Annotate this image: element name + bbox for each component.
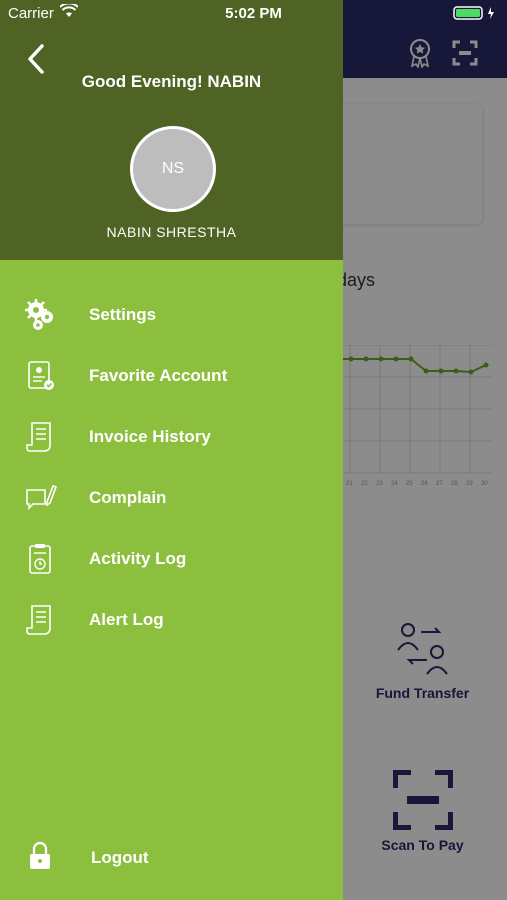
menu-item-label: Invoice History [89, 427, 211, 446]
menu-item-label: Alert Log [89, 610, 164, 629]
status-bar: Carrier 5:02 PM [0, 0, 507, 28]
menu-item-settings[interactable]: Settings [0, 290, 343, 340]
back-arrow-icon[interactable] [22, 42, 52, 76]
avatar-initials: NS [161, 160, 185, 177]
favorite-account-icon [24, 359, 58, 393]
greeting-text: Good Evening! NABIN [81, 72, 262, 91]
menu-item-label: Activity Log [89, 549, 187, 568]
lock-icon [28, 841, 52, 876]
menu-item-label: Settings [89, 305, 157, 324]
gears-icon [24, 298, 58, 332]
menu-item-label: Complain [89, 488, 167, 507]
menu-item-label: Favorite Account [89, 366, 228, 385]
avatar[interactable]: NS [130, 126, 216, 212]
logout-button[interactable]: Logout [0, 836, 343, 880]
menu-item-invoice-history[interactable]: Invoice History [0, 412, 343, 462]
user-name: NABIN SHRESTHA [106, 224, 237, 240]
menu-item-favorite-account[interactable]: Favorite Account [0, 351, 343, 401]
menu-item-complain[interactable]: Complain [0, 473, 343, 523]
invoice-icon [24, 420, 58, 454]
logout-label: Logout [91, 848, 149, 867]
menu-item-activity-log[interactable]: Activity Log [0, 534, 343, 584]
activity-log-icon [24, 542, 58, 576]
clock: 5:02 PM [225, 5, 282, 22]
battery-icon [453, 6, 494, 20]
menu-item-alert-log[interactable]: Alert Log [0, 595, 343, 645]
side-drawer: Good Evening! NABIN NS NABIN SHRESTHA Se… [0, 0, 343, 900]
complain-icon [24, 481, 58, 515]
alert-log-icon [24, 603, 58, 637]
drawer-header: Good Evening! NABIN NS NABIN SHRESTHA [0, 0, 343, 260]
